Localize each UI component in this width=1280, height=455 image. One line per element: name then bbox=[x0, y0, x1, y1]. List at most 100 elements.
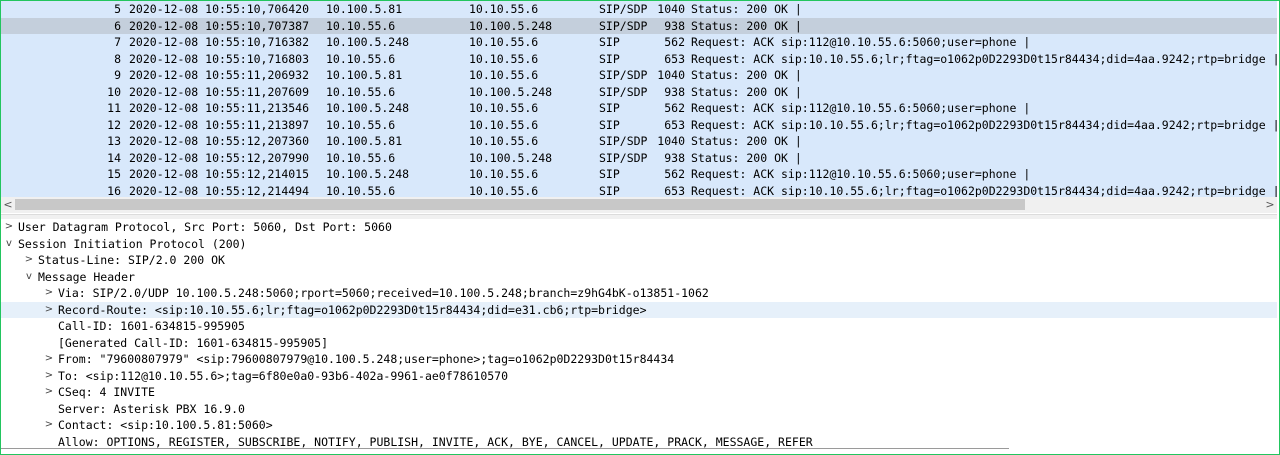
packet-row[interactable]: 13 2020-12-08 10:55:12,207360 10.100.5.81 1… bbox=[1, 133, 1277, 150]
packet-info: Request: ACK sip:112@10.10.55.6:5060;use… bbox=[691, 100, 1030, 117]
expand-chevron-right-icon[interactable]: > bbox=[44, 285, 54, 302]
packet-info-text: Status: 200 OK bbox=[691, 2, 788, 16]
detail-tree-item[interactable]: > Via: SIP/2.0/UDP 10.100.5.248:5060;rpor… bbox=[1, 285, 1277, 302]
detail-tree-label: User Datagram Protocol, Src Port: 5060, … bbox=[18, 220, 392, 234]
packet-destination: 10.10.55.6 bbox=[469, 134, 539, 148]
packet-time: 2020-12-08 10:55:12,207360 bbox=[129, 134, 310, 148]
expand-chevron-right-icon[interactable]: > bbox=[4, 219, 14, 236]
detail-tree-item[interactable]: Server: Asterisk PBX 16.9.0 bbox=[1, 401, 1277, 418]
packet-destination: 10.10.55.6 bbox=[469, 51, 539, 66]
packet-protocol: SIP bbox=[599, 51, 620, 66]
packet-number: 14 bbox=[107, 150, 121, 165]
scroll-left-icon[interactable]: < bbox=[1, 197, 15, 213]
detail-tree-item[interactable]: v Message Header bbox=[1, 269, 1277, 286]
scroll-right-icon[interactable]: > bbox=[1263, 197, 1277, 213]
packet-number: 15 bbox=[107, 167, 121, 181]
packet-row[interactable]: 10 2020-12-08 10:55:11,207609 10.10.55.6 10… bbox=[1, 83, 1277, 101]
packet-info-separator: | bbox=[794, 84, 802, 99]
detail-tree-item[interactable]: v Session Initiation Protocol (200) bbox=[1, 236, 1277, 253]
packet-number: 5 bbox=[114, 2, 121, 16]
packet-details-tree[interactable]: > User Datagram Protocol, Src Port: 5060,… bbox=[1, 219, 1277, 452]
packet-row[interactable]: 11 2020-12-08 10:55:11,213546 10.100.5.248… bbox=[1, 100, 1277, 117]
detail-tree-label: From: "79600807979" <sip:79600807979@10.… bbox=[58, 352, 675, 366]
packet-info-separator: | bbox=[1272, 117, 1277, 132]
packet-row[interactable]: 6 2020-12-08 10:55:10,707387 10.10.55.6 10.… bbox=[1, 17, 1277, 35]
packet-info-text: Request: ACK sip:10.10.55.6;lr;ftag=o106… bbox=[691, 51, 1266, 66]
detail-tree-item[interactable]: > Contact: <sip:10.100.5.81:5060> bbox=[1, 417, 1277, 434]
packet-time: 2020-12-08 10:55:11,213546 bbox=[129, 101, 310, 115]
detail-tree-label: Via: SIP/2.0/UDP 10.100.5.248:5060;rport… bbox=[58, 286, 709, 300]
packet-destination: 10.100.5.248 bbox=[469, 84, 553, 99]
packet-time: 2020-12-08 10:55:11,207609 bbox=[129, 84, 310, 99]
packet-row[interactable]: 15 2020-12-08 10:55:12,214015 10.100.5.248… bbox=[1, 166, 1277, 183]
detail-tree-item[interactable]: > Status-Line: SIP/2.0 200 OK bbox=[1, 252, 1277, 269]
packet-protocol: SIP/SDP bbox=[599, 134, 648, 148]
detail-tree-label: Server: Asterisk PBX 16.9.0 bbox=[58, 401, 245, 416]
packet-row[interactable]: 5 2020-12-08 10:55:10,706420 10.100.5.81 10… bbox=[1, 1, 1277, 18]
detail-tree-item[interactable]: > From: "79600807979" <sip:79600807979@10… bbox=[1, 351, 1277, 368]
expand-chevron-down-icon[interactable]: v bbox=[4, 236, 14, 253]
detail-tree-label: Status-Line: SIP/2.0 200 OK bbox=[38, 253, 225, 267]
expand-chevron-down-icon[interactable]: v bbox=[24, 269, 34, 286]
packet-source: 10.100.5.248 bbox=[326, 101, 410, 115]
packet-source: 10.100.5.81 bbox=[326, 2, 403, 16]
packet-source: 10.100.5.248 bbox=[326, 35, 410, 49]
packet-destination: 10.10.55.6 bbox=[469, 117, 539, 132]
packet-number: 7 bbox=[114, 35, 121, 49]
packet-number: 10 bbox=[107, 84, 121, 99]
horizontal-scrollbar[interactable]: < > bbox=[1, 197, 1277, 213]
packet-time: 2020-12-08 10:55:12,214015 bbox=[129, 167, 310, 181]
packet-info: Status: 200 OK | bbox=[691, 1, 802, 18]
packet-row[interactable]: 14 2020-12-08 10:55:12,207990 10.10.55.6 10… bbox=[1, 149, 1277, 167]
packet-protocol: SIP/SDP bbox=[599, 150, 648, 165]
expand-chevron-right-icon[interactable]: > bbox=[24, 252, 34, 269]
detail-tree-item[interactable]: [Generated Call-ID: 1601-634815-995905] bbox=[1, 335, 1277, 352]
detail-tree-label: Record-Route: <sip:10.10.55.6;lr;ftag=o1… bbox=[58, 302, 647, 317]
packet-row[interactable]: 9 2020-12-08 10:55:11,206932 10.100.5.81 10… bbox=[1, 67, 1277, 84]
expand-chevron-right-icon[interactable]: > bbox=[44, 368, 54, 385]
packet-list[interactable]: 5 2020-12-08 10:55:10,706420 10.100.5.81 10… bbox=[1, 1, 1277, 198]
detail-tree-item[interactable]: Call-ID: 1601-634815-995905 bbox=[1, 318, 1277, 335]
expand-chevron-right-icon[interactable]: > bbox=[44, 417, 54, 434]
packet-destination: 10.10.55.6 bbox=[469, 183, 539, 198]
packet-row[interactable]: 16 2020-12-08 10:55:12,214494 10.10.55.6 10… bbox=[1, 182, 1277, 198]
packet-time: 2020-12-08 10:55:10,716803 bbox=[129, 51, 310, 66]
detail-tree-item[interactable]: > CSeq: 4 INVITE bbox=[1, 384, 1277, 401]
packet-number: 9 bbox=[114, 68, 121, 82]
scrollbar-thumb[interactable] bbox=[15, 199, 1025, 210]
bottom-scroll-edge bbox=[1, 448, 1009, 449]
packet-row[interactable]: 12 2020-12-08 10:55:11,213897 10.10.55.6 10… bbox=[1, 116, 1277, 134]
packet-info: Status: 200 OK | bbox=[691, 84, 802, 101]
packet-destination: 10.10.55.6 bbox=[469, 2, 539, 16]
packet-info-text: Request: ACK sip:112@10.10.55.6:5060;use… bbox=[691, 101, 1017, 115]
expand-chevron-right-icon[interactable]: > bbox=[44, 384, 54, 401]
packet-info-separator: | bbox=[1023, 167, 1031, 181]
packet-protocol: SIP/SDP bbox=[599, 18, 648, 33]
packet-time: 2020-12-08 10:55:11,206932 bbox=[129, 68, 310, 82]
packet-length: 938 bbox=[664, 150, 685, 165]
packet-info: Status: 200 OK | bbox=[691, 67, 802, 84]
detail-tree-label: CSeq: 4 INVITE bbox=[58, 385, 155, 399]
packet-info-separator: | bbox=[1272, 51, 1277, 66]
packet-row[interactable]: 8 2020-12-08 10:55:10,716803 10.10.55.6 10.… bbox=[1, 50, 1277, 67]
expand-chevron-right-icon[interactable]: > bbox=[44, 351, 54, 368]
packet-source: 10.10.55.6 bbox=[326, 18, 396, 33]
expand-chevron-right-icon[interactable]: > bbox=[44, 302, 54, 319]
packet-info: Request: ACK sip:10.10.55.6;lr;ftag=o106… bbox=[691, 117, 1277, 134]
packet-number: 12 bbox=[107, 117, 121, 132]
packet-length: 1040 bbox=[657, 134, 685, 148]
detail-tree-item[interactable]: > To: <sip:112@10.10.55.6>;tag=6f80e0a0-9… bbox=[1, 368, 1277, 385]
packet-length: 562 bbox=[664, 167, 685, 181]
packet-protocol: SIP bbox=[599, 35, 620, 49]
packet-info-text: Status: 200 OK bbox=[691, 150, 788, 165]
detail-tree-label: To: <sip:112@10.10.55.6>;tag=6f80e0a0-93… bbox=[58, 368, 509, 383]
detail-tree-item[interactable]: > User Datagram Protocol, Src Port: 5060,… bbox=[1, 219, 1277, 236]
detail-tree-item[interactable]: > Record-Route: <sip:10.10.55.6;lr;ftag=o… bbox=[1, 301, 1277, 319]
packet-source: 10.100.5.248 bbox=[326, 167, 410, 181]
packet-info: Status: 200 OK | bbox=[691, 18, 802, 35]
packet-protocol: SIP bbox=[599, 101, 620, 115]
packet-info: Status: 200 OK | bbox=[691, 150, 802, 167]
packet-source: 10.100.5.81 bbox=[326, 134, 403, 148]
packet-time: 2020-12-08 10:55:12,214494 bbox=[129, 183, 310, 198]
packet-row[interactable]: 7 2020-12-08 10:55:10,716382 10.100.5.248 1… bbox=[1, 34, 1277, 51]
